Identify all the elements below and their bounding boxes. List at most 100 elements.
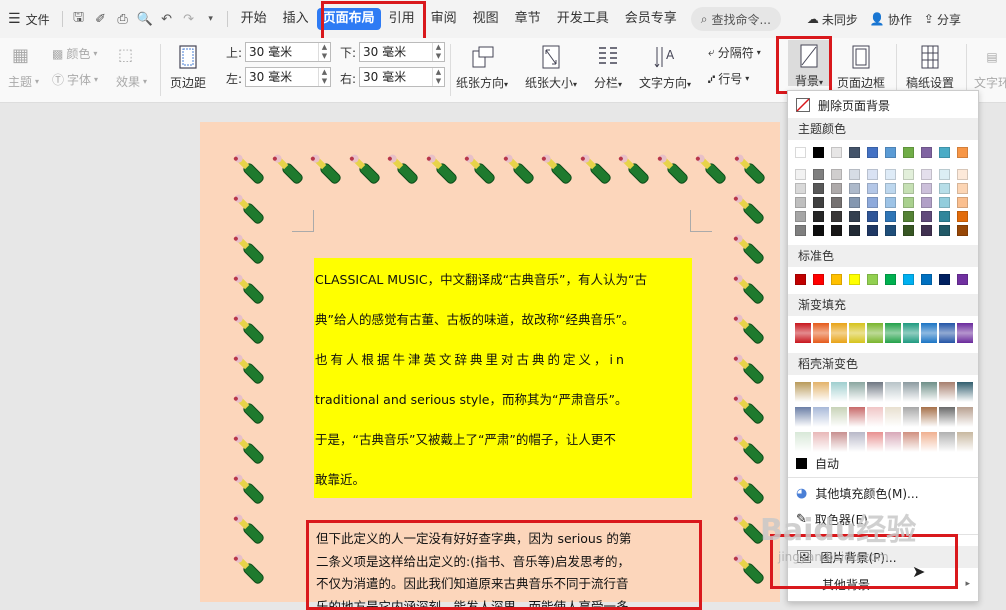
gradient-swatch[interactable] — [867, 407, 883, 427]
gradient-swatch[interactable] — [795, 323, 811, 343]
color-swatch[interactable] — [831, 169, 842, 180]
undo-icon[interactable]: ↶ — [156, 8, 178, 30]
tab-member[interactable]: 会员专享 — [617, 8, 685, 30]
color-swatch[interactable] — [957, 183, 968, 194]
color-swatch[interactable] — [813, 147, 824, 158]
paper-size-button[interactable]: 纸张大小▾ — [525, 44, 577, 91]
color-swatch[interactable] — [903, 274, 914, 285]
print-preview-icon[interactable]: 🔍 — [134, 8, 156, 30]
other-background-item[interactable]: 其他背景▸ — [788, 573, 978, 595]
separator-button[interactable]: ⤶分隔符▾ — [708, 44, 761, 61]
document-page[interactable]: CLASSICAL MUSIC，中文翻译成“古典音乐”，有人认为“古 典”给人的… — [200, 122, 780, 602]
color-swatch[interactable] — [903, 147, 914, 158]
color-swatch[interactable] — [831, 225, 842, 236]
color-swatch[interactable] — [903, 183, 914, 194]
gradient-swatch[interactable] — [849, 382, 865, 402]
left-margin-input[interactable]: 30 毫米▲▼ — [245, 67, 331, 87]
color-swatch[interactable] — [867, 225, 878, 236]
color-swatch[interactable] — [849, 197, 860, 208]
color-swatch[interactable] — [867, 147, 878, 158]
tab-home[interactable]: 开始 — [233, 8, 275, 30]
color-swatch[interactable] — [813, 274, 824, 285]
save-icon[interactable]: 🖫 — [68, 8, 90, 30]
color-swatch[interactable] — [885, 147, 896, 158]
color-swatch[interactable] — [921, 211, 932, 222]
margin-button[interactable]: 页边距 — [170, 44, 206, 91]
gradient-swatch[interactable] — [957, 382, 973, 402]
color-swatch[interactable] — [957, 225, 968, 236]
color-swatch[interactable] — [849, 225, 860, 236]
color-swatch[interactable] — [795, 211, 806, 222]
color-swatch[interactable] — [885, 169, 896, 180]
gradient-swatch[interactable] — [885, 432, 901, 452]
color-swatch[interactable] — [939, 169, 950, 180]
format-painter-icon[interactable]: ✐ — [90, 8, 112, 30]
gradient-swatch[interactable] — [903, 382, 919, 402]
color-swatch[interactable] — [957, 169, 968, 180]
gradient-swatch[interactable] — [849, 407, 865, 427]
color-swatch[interactable] — [849, 169, 860, 180]
color-swatch[interactable] — [921, 147, 932, 158]
color-swatch[interactable] — [921, 197, 932, 208]
gradient-swatch[interactable] — [831, 432, 847, 452]
spinner-arrows[interactable]: ▲▼ — [432, 43, 444, 61]
gradient-swatch[interactable] — [867, 323, 883, 343]
gradient-swatch[interactable] — [885, 382, 901, 402]
gradient-swatch[interactable] — [957, 323, 973, 343]
color-swatch[interactable] — [849, 147, 860, 158]
color-swatch[interactable] — [831, 183, 842, 194]
color-swatch[interactable] — [867, 169, 878, 180]
color-swatch[interactable] — [831, 274, 842, 285]
text-wrap-button[interactable]: ▤文字环 — [974, 44, 1006, 91]
color-swatch[interactable] — [867, 183, 878, 194]
gradient-swatch[interactable] — [831, 382, 847, 402]
color-swatch[interactable] — [795, 147, 806, 158]
color-swatch[interactable] — [939, 197, 950, 208]
quick-access-dropdown-icon[interactable]: ▾ — [200, 8, 222, 30]
boxed-paragraph[interactable]: 但下此定义的人一定没有好好查字典，因为 serious 的第 二条义项是这样给出… — [306, 520, 702, 610]
color-swatch[interactable] — [903, 169, 914, 180]
color-swatch[interactable] — [795, 183, 806, 194]
grid-paper-button[interactable]: 稿纸设置 — [906, 44, 954, 91]
color-swatch[interactable] — [921, 169, 932, 180]
theme-font-button[interactable]: Ⓣ字体▾ — [52, 71, 98, 88]
color-swatch[interactable] — [795, 169, 806, 180]
tab-references[interactable]: 引用 — [381, 8, 423, 30]
text-direction-button[interactable]: A文字方向▾ — [639, 44, 691, 91]
color-swatch[interactable] — [813, 197, 824, 208]
gradient-swatch[interactable] — [921, 432, 937, 452]
color-swatch[interactable] — [867, 211, 878, 222]
gradient-swatch[interactable] — [921, 382, 937, 402]
color-swatch[interactable] — [939, 183, 950, 194]
gradient-swatch[interactable] — [885, 323, 901, 343]
gradient-swatch[interactable] — [957, 432, 973, 452]
print-icon[interactable]: ⎙ — [112, 8, 134, 30]
color-swatch[interactable] — [939, 211, 950, 222]
theme-button[interactable]: ▦ — [12, 45, 29, 66]
command-search[interactable]: ⌕查找命令... — [691, 7, 781, 31]
color-swatch[interactable] — [849, 274, 860, 285]
color-swatch[interactable] — [885, 274, 896, 285]
gradient-swatch[interactable] — [813, 432, 829, 452]
color-swatch[interactable] — [831, 197, 842, 208]
color-swatch[interactable] — [903, 225, 914, 236]
effect-icon[interactable]: ⬚ — [118, 45, 133, 64]
color-swatch[interactable] — [867, 274, 878, 285]
theme-effect-button[interactable]: 效果▾ — [116, 73, 147, 90]
color-swatch[interactable] — [921, 225, 932, 236]
spinner-arrows[interactable]: ▲▼ — [318, 43, 330, 61]
line-number-button[interactable]: ⑇行号▾ — [708, 70, 749, 87]
gradient-swatch[interactable] — [921, 407, 937, 427]
gradient-swatch[interactable] — [957, 407, 973, 427]
gradient-swatch[interactable] — [831, 407, 847, 427]
gradient-swatch[interactable] — [939, 382, 955, 402]
gradient-swatch[interactable] — [849, 323, 865, 343]
gradient-swatch[interactable] — [939, 432, 955, 452]
spinner-arrows[interactable]: ▲▼ — [432, 68, 444, 86]
gradient-swatch[interactable] — [939, 323, 955, 343]
highlighted-paragraph[interactable]: CLASSICAL MUSIC，中文翻译成“古典音乐”，有人认为“古 典”给人的… — [314, 258, 692, 498]
color-swatch[interactable] — [885, 197, 896, 208]
share-button[interactable]: ⇪分享 — [924, 11, 961, 28]
color-swatch[interactable] — [849, 183, 860, 194]
color-swatch[interactable] — [885, 183, 896, 194]
